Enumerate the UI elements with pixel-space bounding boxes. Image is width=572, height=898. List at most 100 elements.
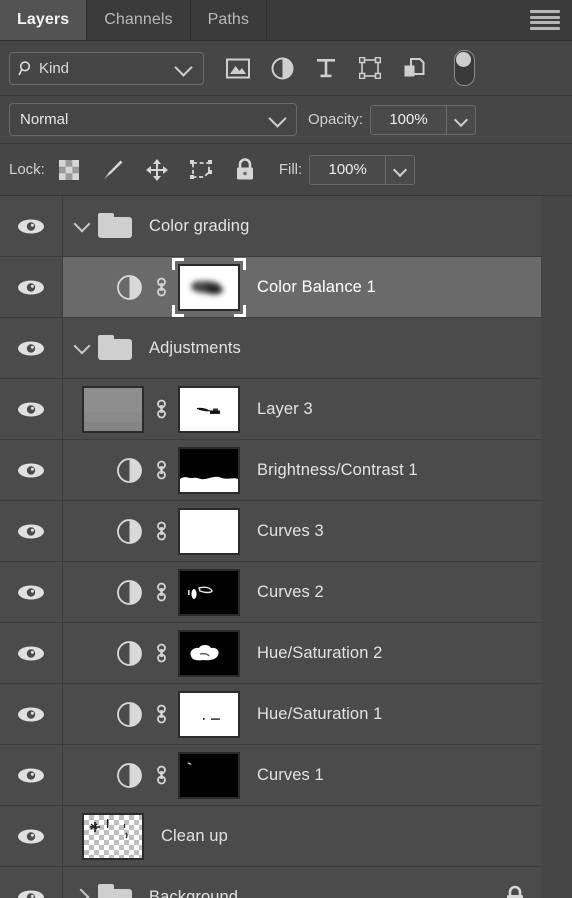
search-icon: [18, 60, 35, 77]
layer-mask-thumbnail[interactable]: [178, 751, 240, 799]
table-row[interactable]: Color Balance 1: [0, 257, 541, 318]
layer-mask-thumbnail[interactable]: [178, 568, 240, 616]
folder-icon: [98, 335, 132, 361]
table-row[interactable]: Hue/Saturation 1: [0, 684, 541, 745]
layer-row-body: Layer 3: [63, 379, 541, 439]
adjustment-layer-icon[interactable]: [114, 579, 144, 606]
layer-mask-thumbnail[interactable]: [178, 446, 240, 494]
group-disclosure-toggle[interactable]: [72, 337, 92, 355]
opacity-field[interactable]: 100%: [370, 104, 477, 135]
adjustment-layer-icon[interactable]: [114, 640, 144, 667]
adjustment-layer-icon[interactable]: [114, 701, 144, 728]
group-disclosure-toggle[interactable]: [72, 215, 92, 233]
table-row[interactable]: Layer 3: [0, 379, 541, 440]
panel-menu-icon[interactable]: [530, 0, 560, 40]
tab-paths[interactable]: Paths: [191, 0, 268, 40]
fill-field[interactable]: 100%: [309, 154, 416, 185]
layer-row-body: Curves 1: [63, 745, 541, 805]
lock-transparent-pixels-icon[interactable]: [57, 158, 81, 182]
tab-layers-label: Layers: [17, 11, 70, 28]
link-mask-icon[interactable]: [148, 457, 174, 483]
link-mask-icon[interactable]: [148, 640, 174, 666]
fill-value[interactable]: 100%: [310, 155, 386, 184]
pixel-layer-filter-icon[interactable]: [226, 56, 250, 80]
type-layer-filter-icon[interactable]: [314, 56, 338, 80]
layer-visibility-toggle[interactable]: [0, 318, 63, 378]
opacity-stepper[interactable]: [446, 105, 476, 134]
link-mask-icon[interactable]: [148, 701, 174, 727]
lock-image-pixels-icon[interactable]: [101, 158, 125, 182]
fill-stepper[interactable]: [385, 155, 415, 184]
smart-object-filter-icon[interactable]: [402, 56, 426, 80]
layer-visibility-toggle[interactable]: [0, 440, 63, 500]
link-mask-icon[interactable]: [148, 579, 174, 605]
layer-mask-thumbnail[interactable]: [178, 263, 240, 311]
layer-list: Color grading Color Balance 1 Adjustment…: [0, 196, 541, 898]
lock-icon: [505, 885, 525, 898]
table-row[interactable]: Hue/Saturation 2: [0, 623, 541, 684]
table-row[interactable]: Color grading: [0, 196, 541, 257]
layer-pixel-thumbnail[interactable]: [82, 385, 144, 433]
layer-list-scroll-rail[interactable]: [541, 196, 572, 898]
layer-pixel-thumbnail[interactable]: [82, 812, 144, 860]
table-row[interactable]: Adjustments: [0, 318, 541, 379]
lock-row: Lock: Fill: 100%: [0, 144, 572, 196]
layer-visibility-toggle[interactable]: [0, 623, 63, 683]
filter-kind-dropdown[interactable]: Kind: [9, 51, 204, 85]
layer-row-body: Clean up: [63, 806, 541, 866]
layer-visibility-toggle[interactable]: [0, 745, 63, 805]
layer-mask-thumbnail[interactable]: [178, 385, 240, 433]
table-row[interactable]: Curves 3: [0, 501, 541, 562]
layer-visibility-toggle[interactable]: [0, 562, 63, 622]
link-mask-icon[interactable]: [148, 518, 174, 544]
layer-visibility-toggle[interactable]: [0, 196, 63, 256]
menu-bar-3: [530, 21, 560, 25]
layer-name: Hue/Saturation 1: [257, 704, 383, 723]
tab-layers[interactable]: Layers: [0, 0, 88, 40]
link-mask-icon[interactable]: [148, 274, 174, 300]
adjustment-layer-icon[interactable]: [114, 518, 144, 545]
layer-name: Curves 2: [257, 582, 324, 601]
layer-mask-thumbnail[interactable]: [178, 507, 240, 555]
tab-paths-label: Paths: [207, 11, 250, 28]
panel-tab-bar: Layers Channels Paths: [0, 0, 572, 41]
opacity-value[interactable]: 100%: [371, 105, 447, 134]
lock-icon-group: [57, 158, 257, 182]
layer-mask-thumbnail-frame[interactable]: [172, 257, 246, 317]
layer-mask-thumbnail[interactable]: [178, 690, 240, 738]
table-row[interactable]: Brightness/Contrast 1: [0, 440, 541, 501]
adjustment-layer-icon[interactable]: [114, 762, 144, 789]
lock-all-icon[interactable]: [233, 158, 257, 182]
link-mask-icon[interactable]: [148, 396, 174, 422]
menu-bar-1: [530, 10, 560, 14]
group-disclosure-toggle[interactable]: [72, 888, 92, 898]
layer-name: Hue/Saturation 2: [257, 643, 383, 662]
layer-visibility-toggle[interactable]: [0, 684, 63, 744]
layer-visibility-toggle[interactable]: [0, 257, 63, 317]
adjustment-layer-filter-icon[interactable]: [270, 56, 294, 80]
filter-icon-group: [226, 50, 475, 86]
chevron-down-icon: [174, 57, 193, 77]
layers-panel: Layers Channels Paths Kind Normal Opacit…: [0, 0, 572, 898]
adjustment-layer-icon[interactable]: [114, 457, 144, 484]
blend-mode-dropdown[interactable]: Normal: [9, 103, 297, 136]
menu-bar-4: [530, 26, 560, 30]
layer-mask-thumbnail[interactable]: [178, 629, 240, 677]
table-row[interactable]: Curves 2: [0, 562, 541, 623]
adjustment-layer-icon[interactable]: [114, 274, 144, 301]
layer-name: Color Balance 1: [257, 277, 376, 296]
table-row[interactable]: Background: [0, 867, 541, 898]
tab-channels[interactable]: Channels: [87, 0, 191, 40]
lock-artboard-nesting-icon[interactable]: [189, 158, 213, 182]
layer-visibility-toggle[interactable]: [0, 379, 63, 439]
chevron-down-icon: [393, 162, 408, 177]
layer-visibility-toggle[interactable]: [0, 867, 63, 898]
lock-position-icon[interactable]: [145, 158, 169, 182]
layer-visibility-toggle[interactable]: [0, 806, 63, 866]
table-row[interactable]: Clean up: [0, 806, 541, 867]
layer-visibility-toggle[interactable]: [0, 501, 63, 561]
shape-layer-filter-icon[interactable]: [358, 56, 382, 80]
filter-toggle-switch[interactable]: [454, 50, 475, 86]
table-row[interactable]: Curves 1: [0, 745, 541, 806]
link-mask-icon[interactable]: [148, 762, 174, 788]
